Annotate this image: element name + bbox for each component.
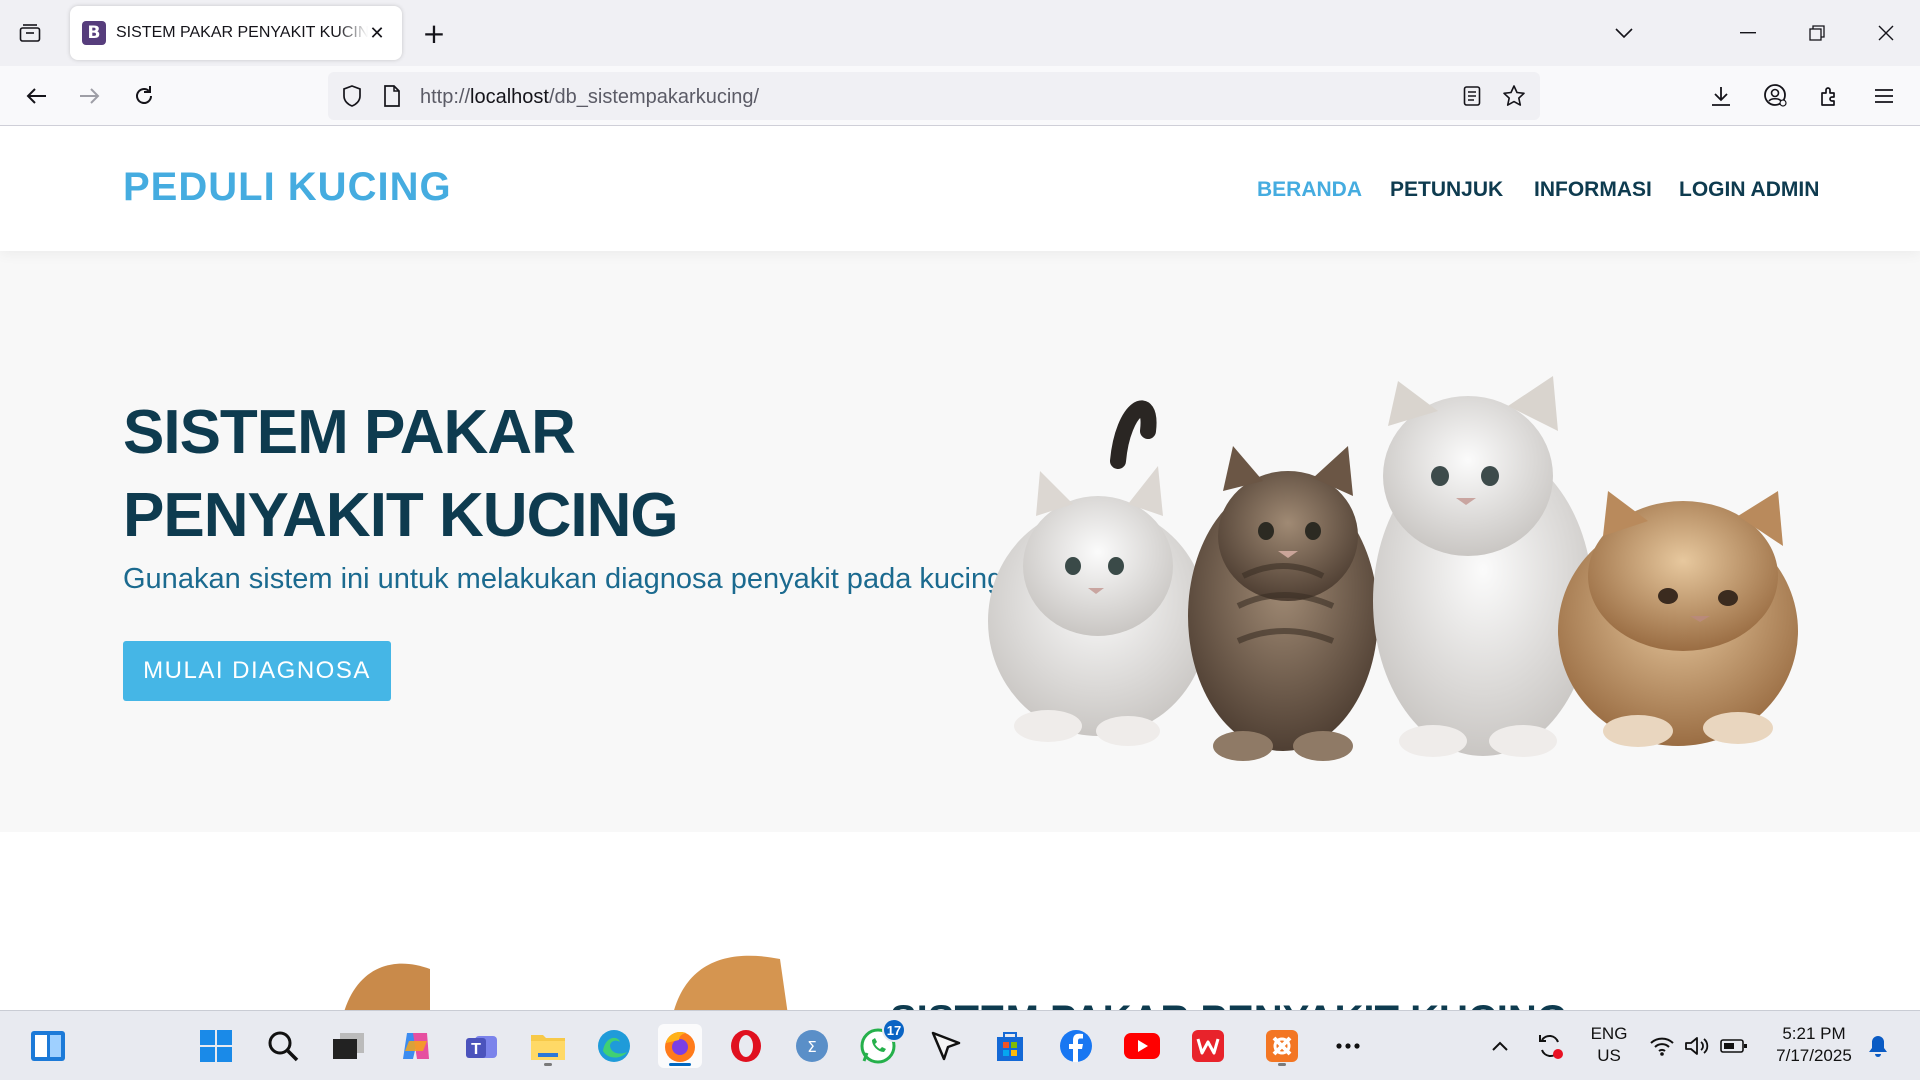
kittens-image bbox=[988, 376, 1798, 761]
tab-title: SISTEM PAKAR PENYAKIT KUCING bbox=[116, 24, 368, 41]
xampp-icon[interactable] bbox=[1260, 1024, 1304, 1068]
file-explorer-icon[interactable] bbox=[526, 1024, 570, 1068]
start-diagnosis-button[interactable]: MULAI DIAGNOSA bbox=[123, 641, 391, 701]
download-icon[interactable] bbox=[1705, 80, 1737, 112]
webpage-viewport: PEDULI KUCING BERANDA PETUNJUK INFORMASI… bbox=[0, 127, 1920, 1010]
widgets-icon[interactable] bbox=[26, 1024, 70, 1068]
firefox-icon[interactable] bbox=[658, 1024, 702, 1068]
store-icon[interactable] bbox=[988, 1024, 1032, 1068]
nav-link-login-admin[interactable]: LOGIN ADMIN bbox=[1679, 178, 1819, 202]
whatsapp-icon[interactable]: 17 bbox=[856, 1018, 906, 1068]
calculator-icon[interactable]: Σ bbox=[790, 1024, 834, 1068]
browser-tab-active[interactable]: B SISTEM PAKAR PENYAKIT KUCING ✕ bbox=[70, 6, 402, 60]
facebook-icon[interactable] bbox=[1054, 1024, 1098, 1068]
url-path: /db_sistempakarkucing/ bbox=[548, 86, 760, 108]
url-bar[interactable]: http://localhost/db_sistempakarkucing/ bbox=[328, 72, 1540, 120]
nav-link-petunjuk[interactable]: PETUNJUK bbox=[1390, 178, 1503, 202]
window-close-icon[interactable] bbox=[1866, 16, 1906, 50]
svg-text:Σ: Σ bbox=[807, 1038, 816, 1056]
opera-icon[interactable] bbox=[724, 1024, 768, 1068]
notification-bell-icon[interactable] bbox=[1856, 1024, 1900, 1068]
clock-time: 5:21 PM bbox=[1782, 1024, 1846, 1043]
task-view-icon[interactable] bbox=[327, 1024, 371, 1068]
sync-icon[interactable] bbox=[1528, 1024, 1572, 1068]
site-header: PEDULI KUCING BERANDA PETUNJUK INFORMASI… bbox=[0, 127, 1920, 251]
reader-view-icon[interactable] bbox=[1460, 84, 1484, 108]
browser-tab-strip: B SISTEM PAKAR PENYAKIT KUCING ✕ + bbox=[0, 0, 1920, 66]
running-indicator bbox=[544, 1063, 552, 1066]
svg-text:T: T bbox=[471, 1041, 481, 1058]
running-indicator-active bbox=[669, 1063, 691, 1066]
chevron-down-icon[interactable] bbox=[1604, 16, 1644, 50]
shield-icon[interactable] bbox=[340, 84, 364, 108]
cat-image-partial bbox=[344, 955, 788, 1010]
notification-badge: 17 bbox=[882, 1018, 906, 1042]
running-indicator bbox=[1278, 1063, 1286, 1066]
wps-icon[interactable] bbox=[1186, 1024, 1230, 1068]
cursor-app-icon[interactable] bbox=[924, 1024, 968, 1068]
windows-start-icon[interactable] bbox=[194, 1024, 238, 1068]
clock[interactable]: 5:21 PM 7/17/2025 bbox=[1764, 1023, 1864, 1067]
more-icon[interactable] bbox=[1326, 1024, 1370, 1068]
restore-icon[interactable] bbox=[1797, 16, 1837, 50]
region-code: US bbox=[1597, 1046, 1621, 1065]
url-text[interactable]: http://localhost/db_sistempakarkucing/ bbox=[420, 86, 759, 109]
tab-list-icon[interactable] bbox=[14, 17, 46, 49]
url-scheme: http:// bbox=[420, 86, 471, 108]
hero-subtitle: Gunakan sistem ini untuk melakukan diagn… bbox=[123, 563, 1004, 595]
hamburger-menu-icon[interactable] bbox=[1868, 80, 1900, 112]
url-host: localhost bbox=[470, 86, 549, 108]
hero-title: SISTEM PAKAR PENYAKIT KUCING bbox=[123, 398, 679, 550]
chevron-up-icon[interactable] bbox=[1478, 1024, 1522, 1068]
nav-link-informasi[interactable]: INFORMASI bbox=[1534, 178, 1652, 202]
clock-date: 7/17/2025 bbox=[1776, 1046, 1852, 1065]
battery-icon[interactable] bbox=[1712, 1024, 1756, 1068]
page-icon[interactable] bbox=[380, 84, 404, 108]
edge-icon[interactable] bbox=[592, 1024, 636, 1068]
teams-icon[interactable]: T bbox=[460, 1024, 504, 1068]
back-arrow-icon[interactable] bbox=[20, 80, 52, 112]
plus-icon[interactable]: + bbox=[418, 18, 450, 50]
search-icon[interactable] bbox=[261, 1024, 305, 1068]
bootstrap-favicon-icon: B bbox=[82, 21, 106, 45]
browser-toolbar: http://localhost/db_sistempakarkucing/ bbox=[0, 66, 1920, 126]
star-icon[interactable] bbox=[1502, 84, 1526, 108]
nav-link-beranda[interactable]: BERANDA bbox=[1257, 178, 1362, 202]
copilot-icon[interactable] bbox=[394, 1024, 438, 1068]
account-icon[interactable] bbox=[1760, 80, 1792, 112]
site-brand-logo[interactable]: PEDULI KUCING bbox=[123, 165, 452, 210]
youtube-icon[interactable] bbox=[1120, 1024, 1164, 1068]
forward-arrow-icon[interactable] bbox=[74, 80, 106, 112]
extensions-icon[interactable] bbox=[1814, 80, 1846, 112]
minimize-icon[interactable] bbox=[1728, 16, 1768, 50]
section-title: SISTEM PAKAR PENYAKIT KUCING bbox=[890, 998, 1568, 1010]
hero-section: SISTEM PAKAR PENYAKIT KUCING Gunakan sis… bbox=[0, 251, 1920, 832]
language-indicator[interactable]: ENG US bbox=[1584, 1023, 1634, 1067]
language-code: ENG bbox=[1590, 1024, 1628, 1043]
reload-icon[interactable] bbox=[128, 80, 160, 112]
close-icon[interactable]: ✕ bbox=[366, 22, 388, 44]
windows-taskbar: T Σ 17 ENG US 5:21 PM 7/17/2025 bbox=[0, 1010, 1920, 1080]
